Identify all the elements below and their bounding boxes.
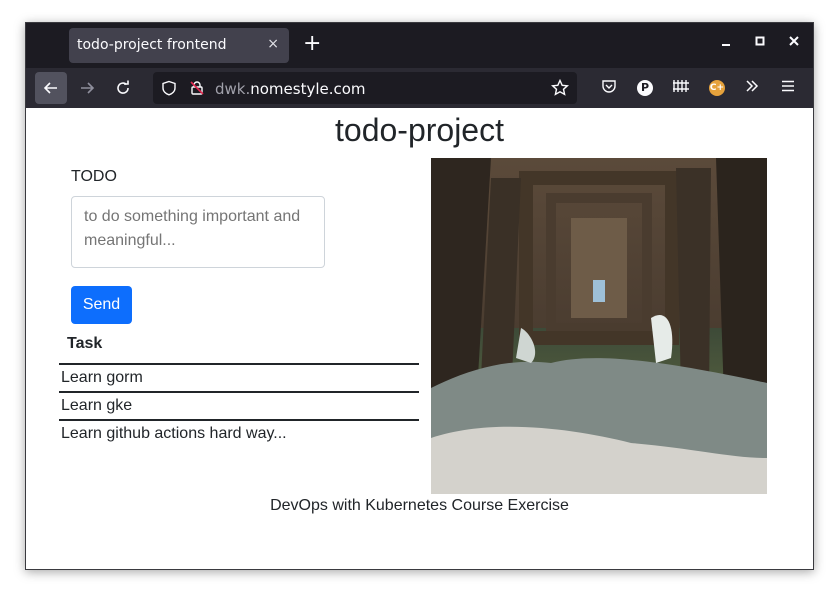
pocket-icon <box>602 80 616 93</box>
table-row: Learn github actions hard way... <box>59 419 419 447</box>
browser-tab[interactable]: todo-project frontend × <box>69 28 289 63</box>
lock-icon <box>190 81 204 95</box>
reload-button[interactable] <box>107 72 139 104</box>
back-arrow-icon <box>43 82 57 94</box>
overflow-icon <box>746 80 759 92</box>
todo-input[interactable] <box>71 196 325 268</box>
forward-button[interactable] <box>71 72 103 104</box>
url-text[interactable]: dwk.nomestyle.com <box>215 80 366 98</box>
pocket-button[interactable] <box>599 78 619 98</box>
table-row: Learn gorm <box>59 363 419 391</box>
navigation-bar: dwk.nomestyle.com P C+ <box>26 68 813 108</box>
extension-p-icon[interactable]: P <box>637 80 653 96</box>
extension-c-icon[interactable]: C+ <box>709 80 725 96</box>
url-bar[interactable]: dwk.nomestyle.com <box>153 72 577 104</box>
close-window-button[interactable] <box>784 35 804 51</box>
shield-icon <box>162 80 176 96</box>
menu-button[interactable] <box>778 78 798 98</box>
library-button[interactable] <box>671 78 691 98</box>
star-icon <box>551 79 569 96</box>
url-prefix: dwk. <box>215 80 251 98</box>
table-row: Learn gke <box>59 391 419 419</box>
tab-close-button[interactable]: × <box>267 36 279 52</box>
maximize-button[interactable] <box>750 35 770 51</box>
maximize-icon <box>755 36 765 46</box>
close-icon <box>789 36 799 46</box>
todo-label: TODO <box>71 168 117 185</box>
forward-arrow-icon <box>81 82 95 94</box>
page-content: todo-project TODO Send Task Learn gorm L… <box>26 108 813 569</box>
page-footer: DevOps with Kubernetes Course Exercise <box>270 497 569 514</box>
page-title: todo-project <box>335 112 504 148</box>
library-icon <box>673 80 689 92</box>
task-table: Learn gorm Learn gke Learn github action… <box>59 363 419 447</box>
url-domain: nomestyle.com <box>250 80 366 98</box>
tab-bar: todo-project frontend × + <box>26 23 813 68</box>
reload-icon <box>117 80 129 94</box>
minimize-icon <box>722 44 730 46</box>
pier-photo <box>431 158 767 494</box>
task-column-header: Task <box>67 335 103 352</box>
overflow-button[interactable] <box>742 78 762 98</box>
browser-window: todo-project frontend × + dwk.nomestyle.… <box>25 22 814 570</box>
new-tab-button[interactable]: + <box>303 33 321 55</box>
menu-icon <box>782 80 794 92</box>
tab-title: todo-project frontend <box>77 37 227 53</box>
send-button[interactable]: Send <box>71 286 132 324</box>
minimize-button[interactable] <box>716 35 736 51</box>
back-button[interactable] <box>35 72 67 104</box>
